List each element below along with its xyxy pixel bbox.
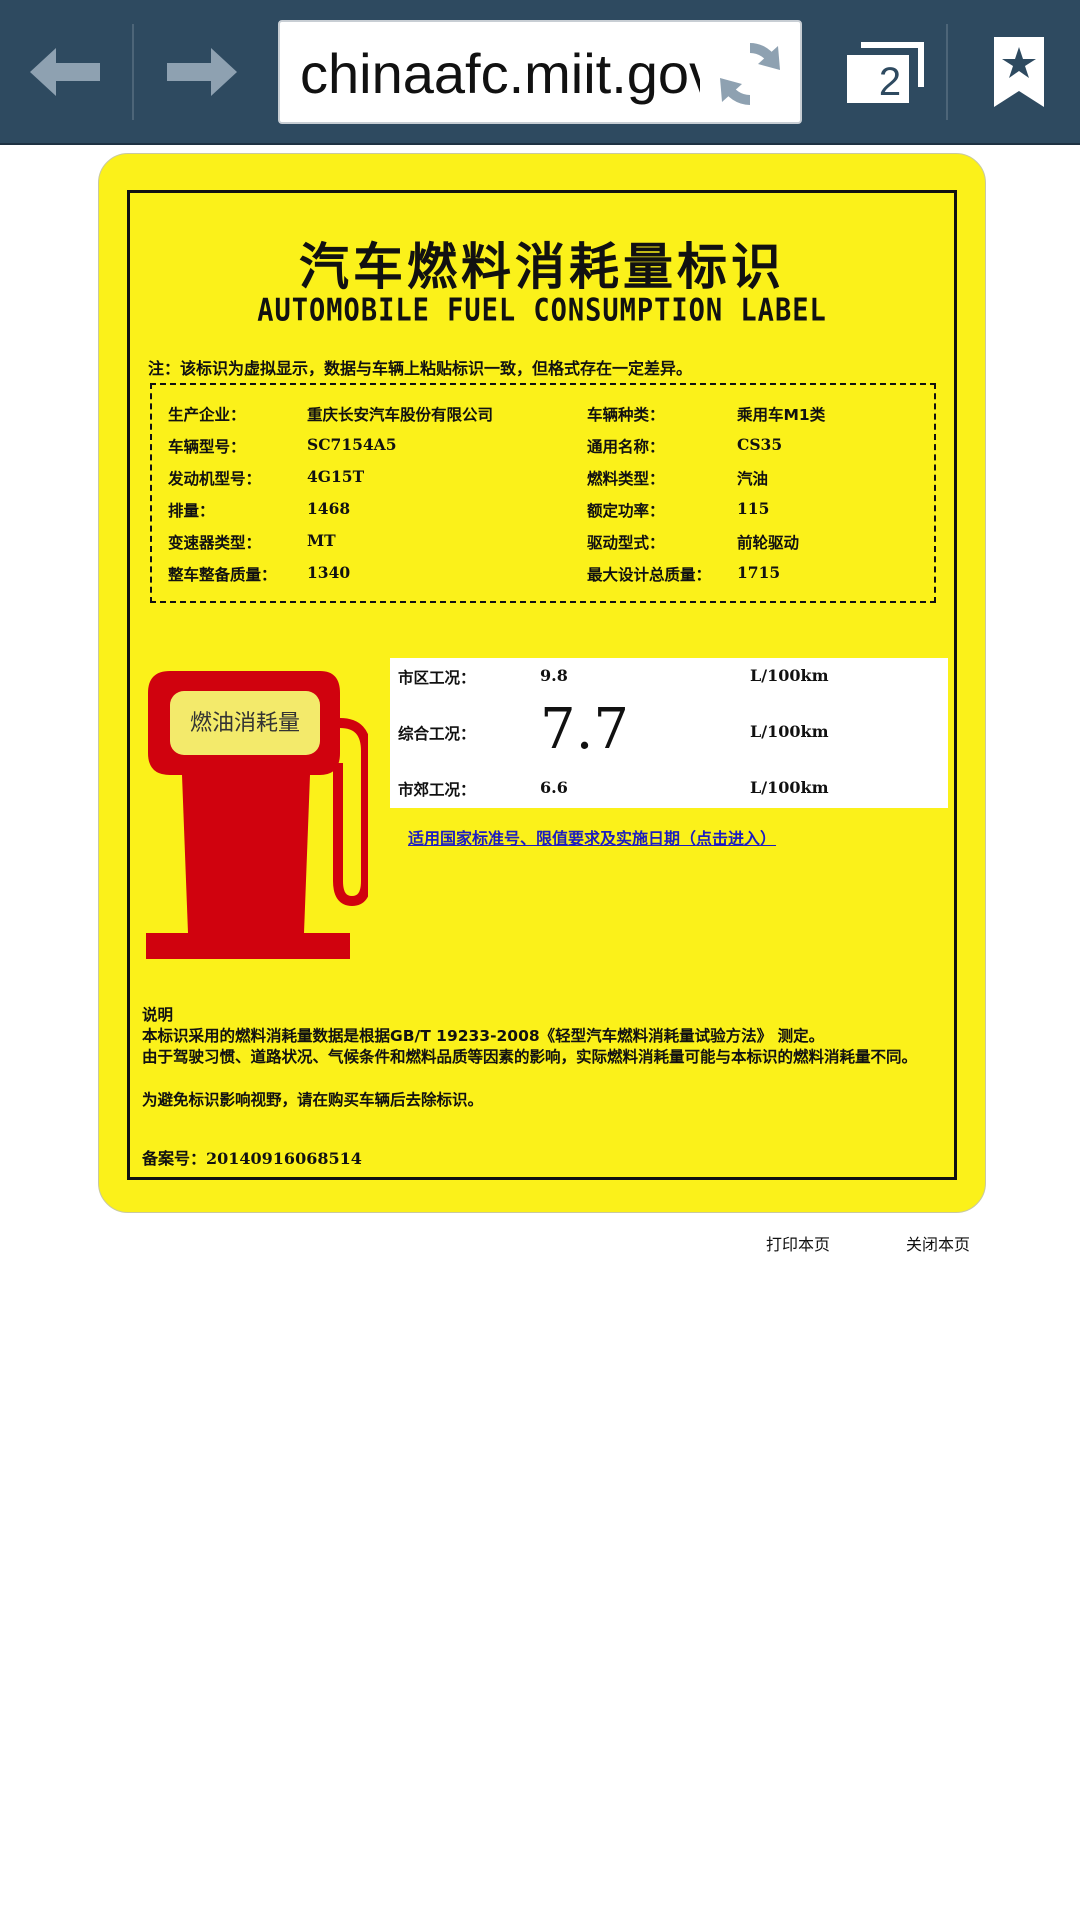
info-key: 最大设计总质量： [587, 566, 712, 584]
tabs-button[interactable]: 2 [830, 0, 940, 143]
bookmark-icon [994, 36, 1044, 107]
standard-link[interactable]: 适用国家标准号、限值要求及实施日期（点击进入） [408, 825, 776, 849]
back-arrow-icon [30, 47, 100, 96]
info-key: 额定功率： [587, 502, 665, 520]
consumption-unit: L/100km [750, 778, 829, 797]
consumption-unit: L/100km [750, 722, 829, 741]
toolbar-divider [946, 24, 948, 120]
info-row: 生产企业： 重庆长安汽车股份有限公司 车辆种类： 乘用车M1类 [152, 403, 932, 435]
print-page-link[interactable]: 打印本页 [766, 1231, 830, 1255]
info-key: 整车整备质量： [168, 566, 277, 584]
bookmark-button[interactable] [958, 0, 1080, 143]
vehicle-info-box: 生产企业： 重庆长安汽车股份有限公司 车辆种类： 乘用车M1类 车辆型号： SC… [150, 383, 936, 603]
info-value: 1468 [307, 499, 351, 518]
label-title-cn: 汽车燃料消耗量标识 [299, 238, 785, 296]
info-key: 燃料类型： [587, 470, 665, 488]
tab-count: 2 [878, 59, 902, 104]
pump-label: 燃油消耗量 [189, 711, 300, 736]
info-value: 115 [737, 499, 770, 518]
info-key: 生产企业： [168, 406, 246, 424]
label-title-en: AUTOMOBILE FUEL CONSUMPTION LABEL [257, 292, 827, 329]
tabs-icon: 2 [845, 39, 925, 105]
consumption-value: 9.8 [540, 666, 568, 685]
info-row: 发动机型号： 4G15T 燃料类型： 汽油 [152, 467, 932, 499]
consumption-label: 综合工况： [398, 725, 476, 743]
info-row: 整车整备质量： 1340 最大设计总质量： 1715 [152, 563, 932, 595]
explain-title: 说明 [142, 1006, 174, 1024]
info-value: 1340 [307, 563, 351, 582]
consumption-label: 市区工况： [398, 669, 476, 687]
info-key: 通用名称： [587, 438, 665, 456]
info-value: MT [307, 531, 336, 550]
fuel-pump-icon: 燃油消耗量 [144, 671, 368, 975]
info-value: CS35 [737, 435, 783, 454]
consumption-unit: L/100km [750, 666, 829, 685]
explain-line-1: 本标识采用的燃料消耗量数据是根据GB/T 19233-2008《轻型汽车燃料消耗… [142, 1027, 825, 1045]
info-key: 车辆型号： [168, 438, 246, 456]
fuel-consumption-label: 汽车燃料消耗量标识 AUTOMOBILE FUEL CONSUMPTION LA… [98, 153, 986, 1213]
label-note: 注：该标识为虚拟显示，数据与车辆上粘贴标识一致，但格式存在一定差异。 [148, 359, 693, 378]
info-value: 重庆长安汽车股份有限公司 [307, 406, 494, 424]
record-number: 备案号：20140916068514 [142, 1149, 362, 1168]
info-key: 变速器类型： [168, 534, 262, 552]
info-value: SC7154A5 [307, 435, 397, 454]
info-row: 变速器类型： MT 驱动型式： 前轮驱动 [152, 531, 932, 563]
info-row: 排量： 1468 额定功率： 115 [152, 499, 932, 531]
browser-toolbar: chinaafc.miit.gov 2 [0, 0, 1080, 145]
consumption-value: 6.6 [540, 778, 568, 797]
info-row: 车辆型号： SC7154A5 通用名称： CS35 [152, 435, 932, 467]
info-key: 发动机型号： [168, 470, 262, 488]
label-frame: 汽车燃料消耗量标识 AUTOMOBILE FUEL CONSUMPTION LA… [127, 190, 957, 1180]
explain-line-2: 由于驾驶习惯、道路状况、气候条件和燃料品质等因素的影响，实际燃料消耗量可能与本标… [142, 1048, 918, 1066]
info-value: 汽油 [737, 470, 769, 488]
info-key: 车辆种类： [587, 406, 665, 424]
combined-consumption-value: 7.7 [540, 697, 630, 762]
explain-line-3: 为避免标识影响视野，请在购买车辆后去除标识。 [142, 1091, 484, 1109]
reload-icon [720, 43, 780, 105]
info-value: 1715 [737, 563, 781, 582]
info-value: 4G15T [307, 467, 365, 486]
info-value: 乘用车M1类 [737, 406, 826, 424]
consumption-label: 市郊工况： [398, 781, 476, 799]
forward-arrow-icon [167, 47, 237, 96]
info-key: 驱动型式： [587, 534, 665, 552]
back-button[interactable] [0, 0, 132, 143]
close-page-link[interactable]: 关闭本页 [906, 1231, 970, 1255]
info-value: 前轮驱动 [737, 534, 800, 552]
address-bar[interactable]: chinaafc.miit.gov [278, 20, 802, 124]
info-key: 排量： [168, 502, 215, 520]
consumption-table: 市区工况： 9.8 L/100km 综合工况： L/100km 7.7 市郊工况… [390, 658, 948, 808]
url-text[interactable]: chinaafc.miit.gov [300, 40, 700, 108]
reload-button[interactable] [712, 36, 788, 112]
forward-button[interactable] [134, 0, 268, 143]
